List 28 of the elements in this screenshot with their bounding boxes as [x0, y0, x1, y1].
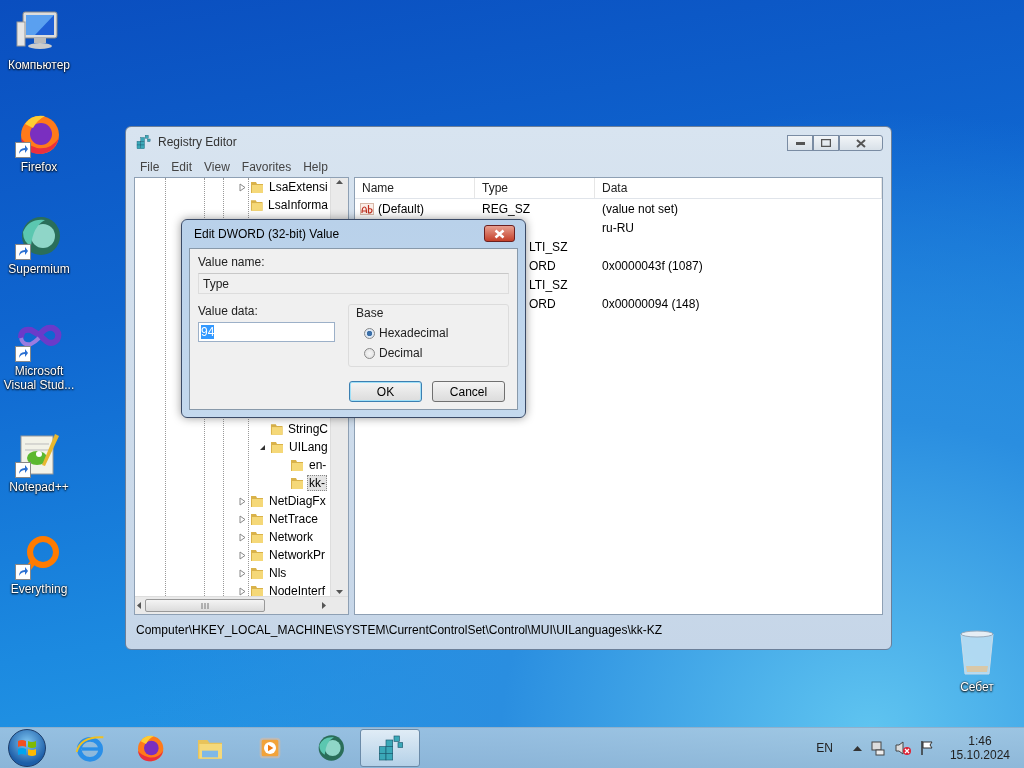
- status-bar-path: Computer\HKEY_LOCAL_MACHINE\SYSTEM\CurrentControlSet\Control\MUI\UILanguages\kk-KZ: [135, 623, 663, 637]
- radio-label: Hexadecimal: [379, 326, 449, 340]
- table-cell-text: ru-RU: [601, 220, 635, 235]
- desktop-icon-label: Supermium: [8, 262, 70, 276]
- table-cell-text: (value not set): [601, 201, 680, 216]
- window-title: Registry Editor: [158, 135, 238, 149]
- table-cell-text: ORD: [528, 296, 557, 311]
- table-cell-text: 0x00000094 (148): [601, 296, 701, 311]
- table-cell-text: REG_SZ: [481, 201, 531, 216]
- desktop-icon-label: Компьютер: [7, 58, 71, 72]
- value-name-field: Type: [198, 273, 509, 294]
- table-cell-text: LTI_SZ: [528, 277, 569, 292]
- clock-time: 1:46: [968, 734, 992, 748]
- dialog-title: Edit DWORD (32-bit) Value: [193, 227, 340, 241]
- table-cell-text: 0x0000043f (1087): [601, 258, 704, 273]
- field-label: Value name:: [198, 255, 266, 269]
- radio-label: Decimal: [379, 346, 423, 360]
- table-cell-text: ORD: [528, 258, 557, 273]
- field-label: Value data:: [198, 304, 259, 318]
- group-label: Base: [356, 306, 385, 320]
- desktop-icon-label: Notepad++: [9, 480, 69, 494]
- clock-date: 15.10.2024: [949, 748, 1010, 762]
- desktop-icon-label: Firefox: [20, 160, 58, 174]
- desktop-icon-label: Everything: [10, 582, 68, 596]
- table-cell-text: LTI_SZ: [528, 239, 569, 254]
- table-cell-text: (Default): [377, 201, 424, 216]
- desktop-icon-label: Себет: [960, 680, 994, 694]
- desktop-icon-label: Microsoft Visual Stud...: [2, 364, 76, 392]
